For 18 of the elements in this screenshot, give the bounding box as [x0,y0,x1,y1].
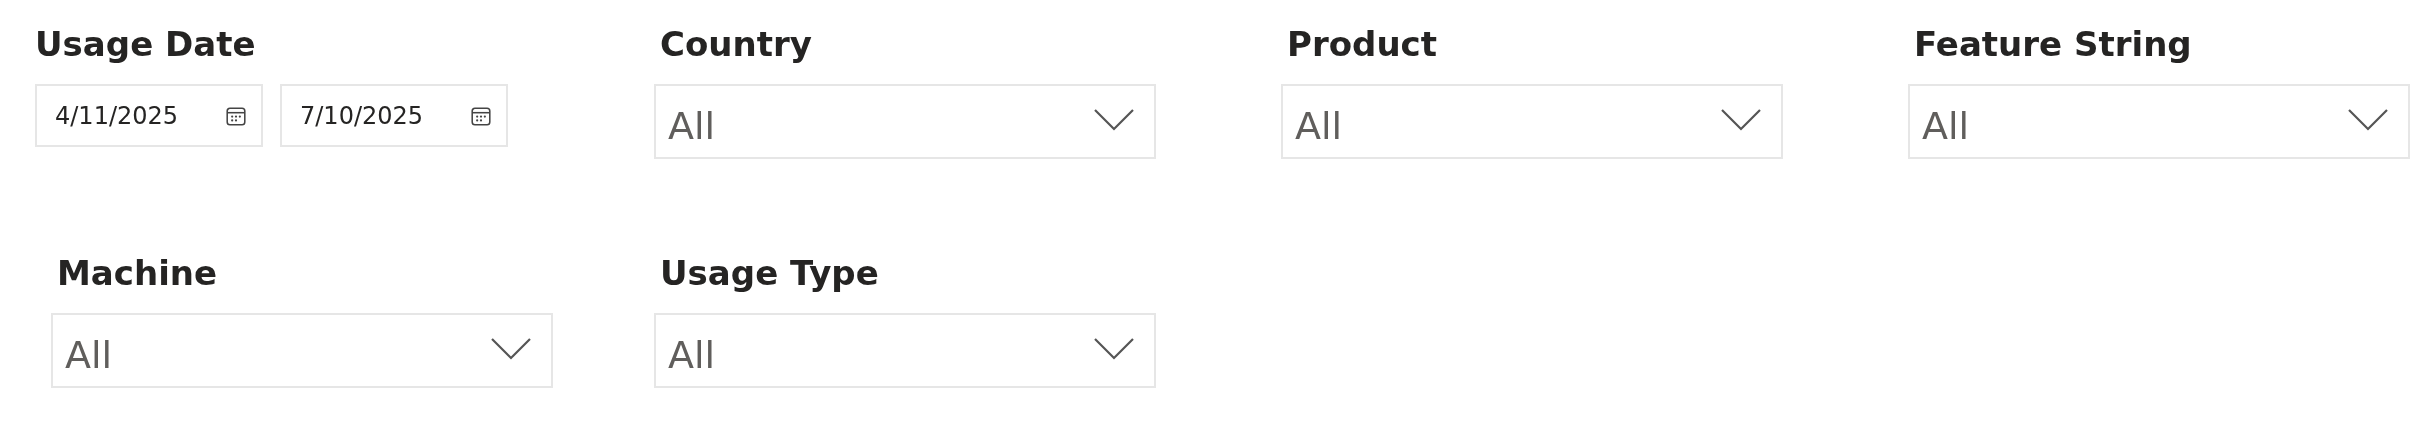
dropdown[interactable]: All [654,84,1156,159]
chevron-down-icon[interactable] [2348,108,2388,131]
slicer-title: Product [1286,23,1438,66]
slicer-title: Usage Date [35,23,257,66]
dropdown[interactable]: All [1908,84,2410,159]
dropdown[interactable]: All [1281,84,1783,159]
date-field[interactable]: 4/11/2025 [35,84,263,147]
slicer-title: Feature String [1913,23,2193,66]
slicer-title: Machine [56,252,219,295]
chevron-down-icon[interactable] [1094,337,1134,360]
chevron-down-icon[interactable] [1094,108,1134,131]
dropdown[interactable]: All [51,313,553,388]
dropdown[interactable]: All [654,313,1156,388]
chevron-down-icon[interactable] [491,337,531,360]
slicer-title: Country [659,23,813,66]
chevron-down-icon[interactable] [1721,108,1761,131]
slicer-title: Usage Type [659,252,880,295]
date-field[interactable]: 7/10/2025 [280,84,508,147]
